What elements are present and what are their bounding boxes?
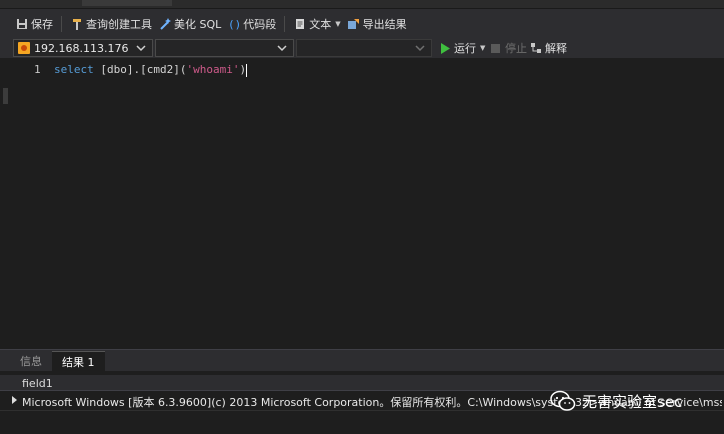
stop-label: 停止 — [505, 42, 527, 55]
connection-bar: 192.168.113.176 运行 ▼ 停止 解释 — [0, 38, 724, 58]
play-icon — [438, 42, 451, 55]
tab-info-label: 信息 — [20, 355, 42, 368]
document-icon — [293, 17, 306, 30]
result-tabs: 信息 结果 1 — [0, 349, 724, 371]
line-number-gutter — [0, 58, 45, 349]
explain-label: 解释 — [545, 42, 567, 55]
query-builder-label: 查询创建工具 — [86, 17, 152, 31]
sql-close-paren: ) — [239, 63, 247, 76]
export-results-button[interactable]: 导出结果 — [344, 13, 410, 35]
stop-button[interactable]: 停止 — [489, 40, 527, 56]
hammer-icon — [70, 17, 83, 30]
watermark: 无害实验室sec — [550, 390, 682, 412]
query-builder-button[interactable]: 查询创建工具 — [67, 13, 155, 35]
line-number: 1 — [34, 63, 41, 76]
main-toolbar: 保存 查询创建工具 美化 SQL () 代码段 文本 ▼ 导出结果 — [0, 9, 724, 38]
schema-select[interactable] — [296, 39, 432, 57]
text-mode-button[interactable]: 文本 ▼ — [290, 13, 343, 35]
sql-editor[interactable]: 1 select [dbo].[cmd2]('whoami') — [0, 58, 724, 349]
column-header-field1[interactable]: field1 — [22, 377, 53, 390]
document-tab[interactable] — [82, 0, 172, 6]
explain-button[interactable]: 解释 — [529, 40, 567, 56]
chevron-down-icon — [277, 45, 287, 52]
stop-icon — [489, 42, 502, 55]
sql-keyword: select — [54, 63, 94, 76]
save-icon — [15, 17, 28, 30]
run-label: 运行 — [454, 42, 476, 55]
export-results-label: 导出结果 — [362, 17, 407, 31]
tab-result-1-label: 结果 1 — [62, 355, 95, 369]
sql-string: 'whoami' — [186, 63, 240, 76]
snippet-label: 代码段 — [243, 17, 277, 31]
run-button[interactable]: 运行 ▼ — [438, 40, 485, 56]
svg-text:(): () — [228, 18, 240, 30]
wechat-icon — [550, 390, 576, 411]
explain-icon — [529, 42, 542, 55]
chevron-down-icon — [136, 45, 146, 52]
gutter-marker — [3, 88, 8, 104]
chevron-down-icon[interactable]: ▼ — [480, 44, 485, 52]
chevron-down-icon[interactable]: ▼ — [335, 20, 340, 28]
beautify-sql-button[interactable]: 美化 SQL — [155, 13, 224, 35]
toolbar-separator — [284, 15, 286, 32]
connection-select[interactable]: 192.168.113.176 — [13, 39, 153, 57]
beautify-sql-label: 美化 SQL — [174, 17, 222, 31]
text-mode-label: 文本 — [309, 17, 332, 31]
magic-wand-icon — [158, 17, 171, 30]
grid-header: field1 — [0, 375, 724, 391]
sql-object: [dbo].[cmd2]( — [93, 63, 187, 76]
window-title-strip — [0, 0, 724, 9]
snippet-button[interactable]: () 代码段 — [224, 13, 279, 35]
watermark-text: 无害实验室sec — [582, 392, 683, 411]
braces-icon: () — [227, 17, 240, 30]
row-pointer-icon — [12, 396, 17, 404]
code-line[interactable]: select [dbo].[cmd2]('whoami') — [54, 63, 248, 77]
tab-info[interactable]: 信息 — [10, 351, 52, 371]
database-select[interactable] — [155, 39, 294, 57]
save-button[interactable]: 保存 — [12, 13, 56, 35]
chevron-down-icon — [415, 45, 425, 52]
connection-host: 192.168.113.176 — [34, 41, 129, 55]
text-cursor — [246, 63, 248, 77]
tab-result-1[interactable]: 结果 1 — [52, 351, 105, 371]
export-icon — [347, 17, 360, 30]
save-label: 保存 — [31, 17, 53, 31]
toolbar-separator — [61, 15, 62, 32]
server-icon — [18, 42, 30, 54]
